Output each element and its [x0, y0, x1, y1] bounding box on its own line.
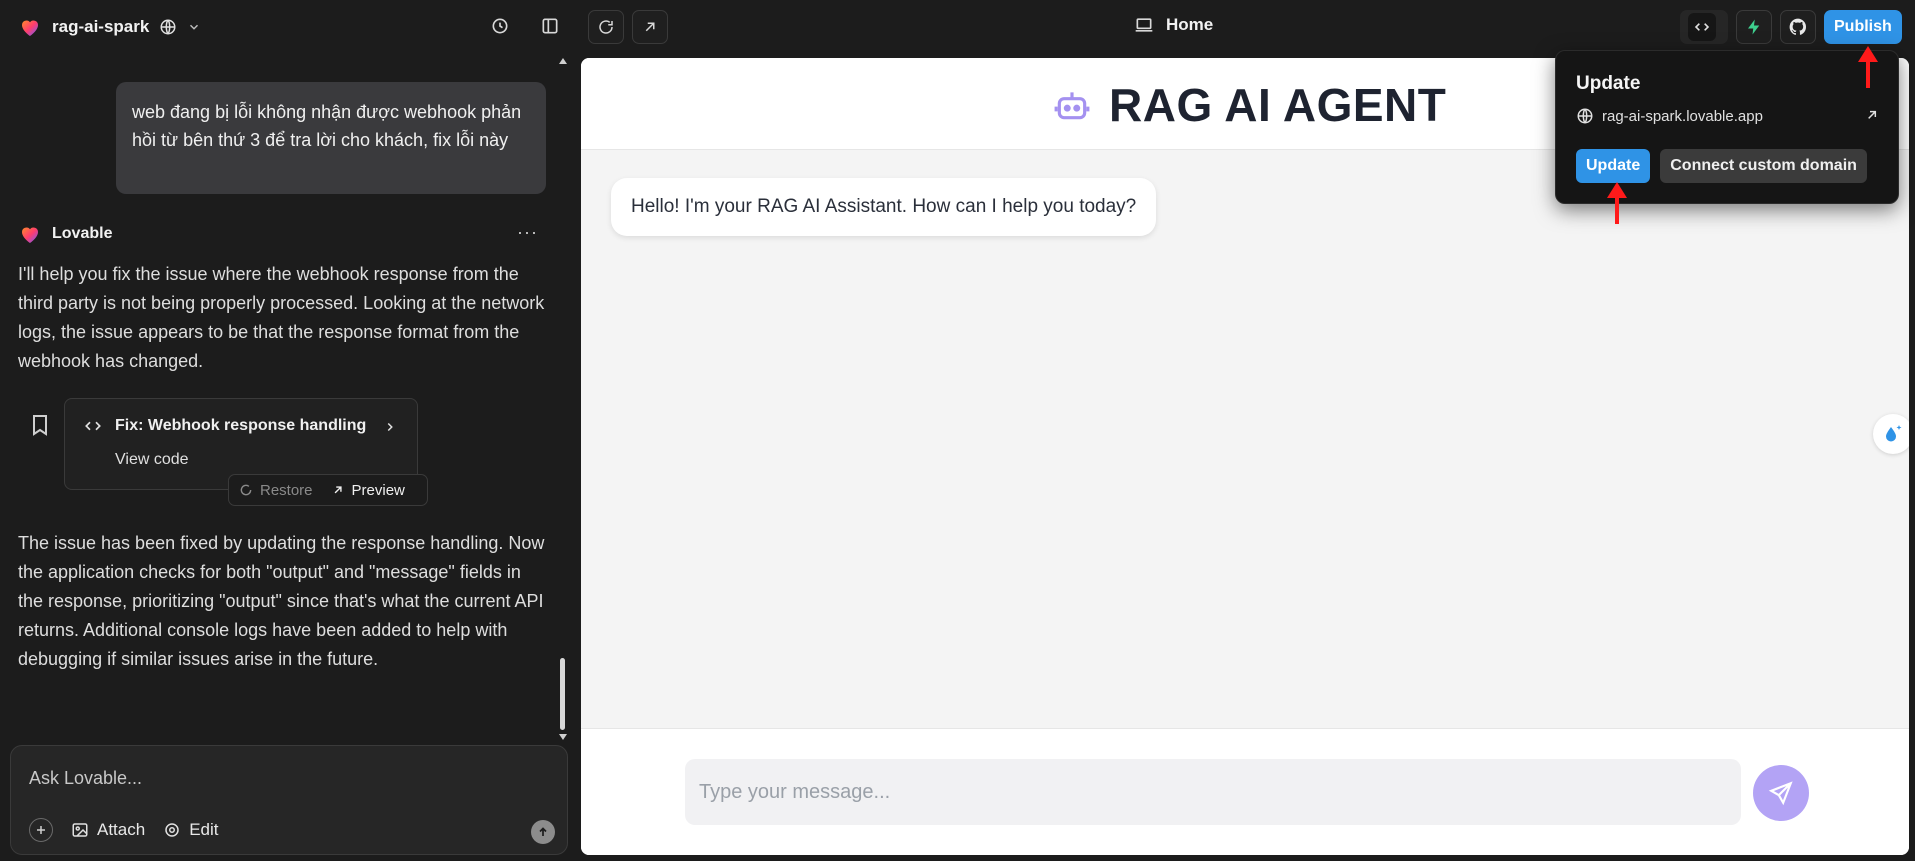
- restore-button[interactable]: Restore: [239, 482, 313, 499]
- preview-input-bar: [581, 728, 1909, 855]
- bot-message-bubble: Hello! I'm your RAG AI Assistant. How ca…: [611, 178, 1157, 236]
- assistant-message: The issue has been fixed by updating the…: [18, 533, 545, 669]
- laptop-icon: [1135, 18, 1153, 32]
- connect-domain-button[interactable]: Connect custom domain: [1660, 149, 1867, 183]
- chevron-right-icon: [387, 422, 393, 432]
- assistant-name: Lovable: [52, 225, 113, 242]
- chevron-down-icon: [190, 24, 199, 30]
- image-icon: [72, 823, 88, 837]
- project-switcher[interactable]: rag-ai-spark: [18, 13, 201, 41]
- send-icon: [1768, 781, 1793, 806]
- view-code-link[interactable]: View code: [115, 451, 189, 469]
- restore-label: Restore: [260, 481, 313, 499]
- send-message-button[interactable]: [1753, 765, 1809, 821]
- message-input[interactable]: [685, 759, 1741, 825]
- page-label: Home: [1166, 15, 1214, 34]
- assistant-message: I'll help you fix the issue where the we…: [18, 264, 545, 371]
- published-url-row[interactable]: rag-ai-spark.lovable.app: [1576, 107, 1880, 125]
- scrollbar-thumb[interactable]: [560, 658, 565, 730]
- github-icon: [1789, 18, 1807, 35]
- arrow-up-right-icon: [334, 486, 342, 494]
- popover-title: Update: [1576, 73, 1641, 94]
- floating-helper-button[interactable]: [1873, 414, 1909, 454]
- chat-input[interactable]: [29, 764, 529, 792]
- send-button[interactable]: [531, 820, 555, 844]
- history-button[interactable]: [488, 14, 512, 38]
- app-root: rag-ai-spark Home Publish web đang bị lỗ…: [0, 0, 1915, 861]
- annotation-arrow-icon: [1858, 46, 1878, 88]
- scroll-up-arrow[interactable]: [559, 58, 567, 64]
- attach-button[interactable]: Attach: [71, 820, 145, 840]
- supabase-icon: [1748, 19, 1760, 35]
- robot-icon: [1054, 92, 1090, 120]
- code-icon: [1694, 23, 1710, 31]
- refresh-icon: [599, 20, 613, 34]
- annotation-arrow-icon: [1607, 182, 1627, 224]
- scroll-down-arrow[interactable]: [559, 734, 567, 740]
- github-button[interactable]: [1780, 10, 1816, 44]
- app-title: RAG AI AGENT: [1109, 79, 1447, 131]
- refresh-button[interactable]: [588, 10, 624, 44]
- bookmark-icon[interactable]: [30, 414, 50, 436]
- publish-button[interactable]: Publish: [1824, 10, 1902, 44]
- published-url: rag-ai-spark.lovable.app: [1602, 107, 1763, 125]
- project-name: rag-ai-spark: [52, 17, 150, 36]
- update-button[interactable]: Update: [1576, 149, 1651, 183]
- lovable-logo-icon: [22, 20, 38, 36]
- attach-label: Attach: [97, 820, 146, 839]
- toggle-sidebar-button[interactable]: [538, 14, 562, 38]
- edit-button[interactable]: Edit: [163, 820, 219, 840]
- globe-icon: [1577, 108, 1593, 124]
- lovable-logo-icon: [22, 227, 38, 243]
- arrow-up-right-icon: [645, 22, 655, 32]
- supabase-button[interactable]: [1736, 10, 1772, 44]
- top-bar: rag-ai-spark Home Publish: [0, 0, 1915, 54]
- page-selector[interactable]: Home: [1134, 15, 1213, 35]
- history-icon: [492, 18, 508, 34]
- code-view-toggle[interactable]: [1680, 10, 1728, 44]
- restore-icon: [240, 484, 252, 496]
- more-options-icon[interactable]: ···: [517, 222, 538, 243]
- sidebar-icon: [542, 18, 558, 34]
- open-external-button[interactable]: [632, 10, 668, 44]
- card-title: Fix: Webhook response handling: [115, 417, 367, 434]
- arrow-up-icon: [539, 827, 547, 836]
- code-icon: [85, 421, 101, 431]
- chat-composer: Attach Edit: [10, 745, 568, 855]
- plus-icon: [37, 826, 45, 834]
- arrow-up-right-icon[interactable]: [1864, 107, 1880, 123]
- preview-button[interactable]: Preview: [331, 482, 405, 499]
- water-drop-icon: [1886, 425, 1902, 442]
- add-button[interactable]: [29, 818, 53, 842]
- edit-label: Edit: [189, 820, 219, 839]
- chat-panel: web đang bị lỗi không nhận được webhook …: [0, 54, 576, 861]
- globe-icon: [160, 19, 176, 35]
- target-icon: [165, 823, 179, 837]
- version-actions: Restore Preview: [228, 474, 428, 506]
- user-message-bubble: web đang bị lỗi không nhận được webhook …: [116, 82, 546, 194]
- preview-label: Preview: [351, 481, 405, 499]
- assistant-header: Lovable ···: [18, 220, 538, 248]
